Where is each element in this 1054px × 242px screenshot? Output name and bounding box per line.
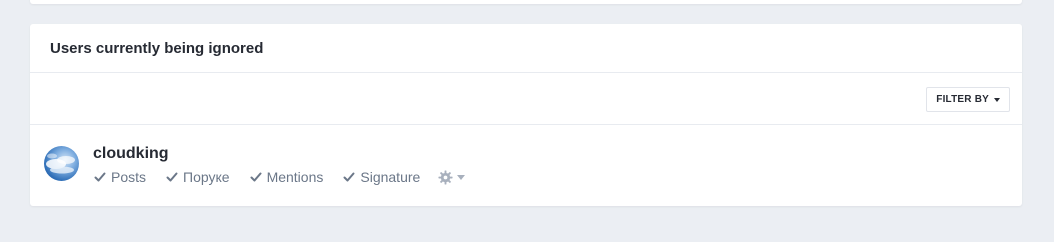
- check-icon: [166, 172, 178, 182]
- ignore-item-poruke[interactable]: Поруке: [166, 169, 230, 185]
- check-icon: [94, 172, 106, 182]
- ignore-item-posts[interactable]: Posts: [94, 169, 146, 185]
- panel-title: Users currently being ignored: [50, 40, 264, 57]
- ignore-item-label: Поруке: [183, 169, 230, 185]
- filter-by-label: FILTER BY: [936, 94, 989, 105]
- filter-bar: FILTER BY: [30, 73, 1022, 125]
- ignore-options-list: Posts Поруке Mentions Signature: [94, 169, 466, 185]
- previous-section-panel: [30, 0, 1022, 4]
- gear-icon: [438, 169, 453, 185]
- ignored-users-panel: Users currently being ignored FILTER BY …: [30, 24, 1022, 206]
- ignore-item-mentions[interactable]: Mentions: [250, 169, 324, 185]
- panel-header: Users currently being ignored: [30, 24, 1022, 73]
- ignored-user-row: cloudking Posts Поруке Mentions Signatur…: [30, 125, 1022, 205]
- check-icon: [250, 172, 262, 182]
- ignore-item-label: Signature: [360, 169, 421, 185]
- username-link[interactable]: cloudking: [93, 145, 169, 163]
- ignore-item-label: Posts: [111, 169, 147, 185]
- caret-down-icon: [457, 174, 466, 180]
- avatar[interactable]: [44, 146, 79, 181]
- caret-down-icon: [994, 97, 1000, 102]
- check-icon: [343, 172, 355, 182]
- ignore-item-label: Mentions: [266, 169, 324, 185]
- ignore-item-signature[interactable]: Signature: [343, 169, 420, 185]
- filter-by-button[interactable]: FILTER BY: [926, 87, 1010, 112]
- ignore-options-menu-button[interactable]: [438, 169, 466, 185]
